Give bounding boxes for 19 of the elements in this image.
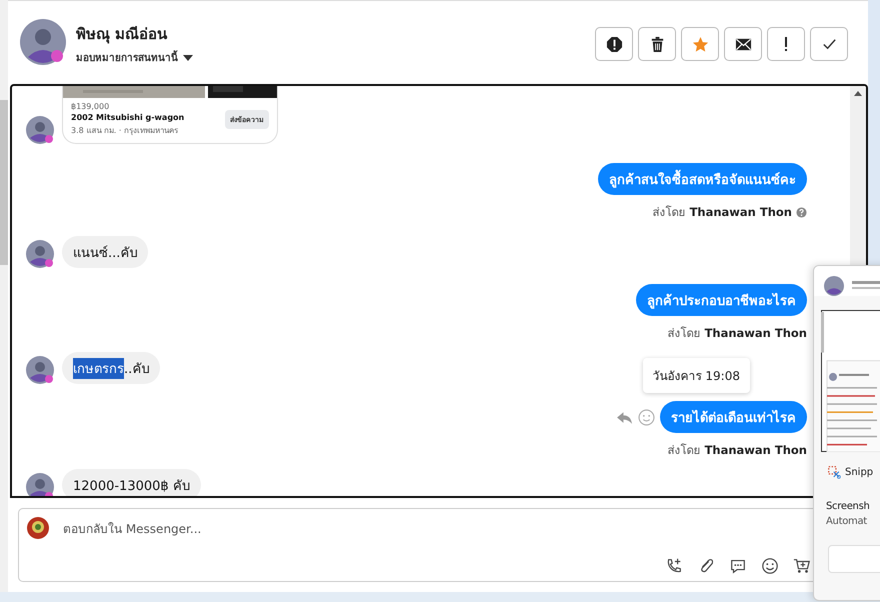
sender-name: Thanawan Thon [704,326,807,340]
contact-name: พิษณุ มณีอ่อน [76,24,168,46]
app-name: Snipp [845,467,874,478]
placeholder-text: ตอบกลับใน Messenger... [63,520,202,538]
message-bubble: แนนซ์...คับ [62,236,148,268]
price-text: ฿139,000 [71,102,110,111]
sent-by-label: ส่งโดย [668,442,701,459]
product-details: 3.8 แสน กม. · กรุงเทพมหานคร [71,125,179,137]
message-bubble: ลูกค้าสนใจซื้อสดหรือจัดแนนซ์คะ [598,163,807,195]
message-bubble: รายได้ต่อเดือนเท่าไรค [660,401,807,433]
sent-by-label: ส่งโดย [668,325,701,342]
sent-by-label: ส่งโดย [652,204,686,221]
sender-name: Thanawan Thon [690,205,792,219]
message-bubble: เกษตรกร..คับ [62,352,160,384]
sender-name: Thanawan Thon [704,443,807,457]
timestamp-tooltip: วันอังคาร 19:08 [642,358,750,393]
message-bubble: 12000-13000฿ คับ [62,469,201,496]
message-bubble: ลูกค้าประกอบอาชีพอะไรค [636,284,807,316]
product-title: 2002 Mitsubishi g-wagon [71,113,184,122]
